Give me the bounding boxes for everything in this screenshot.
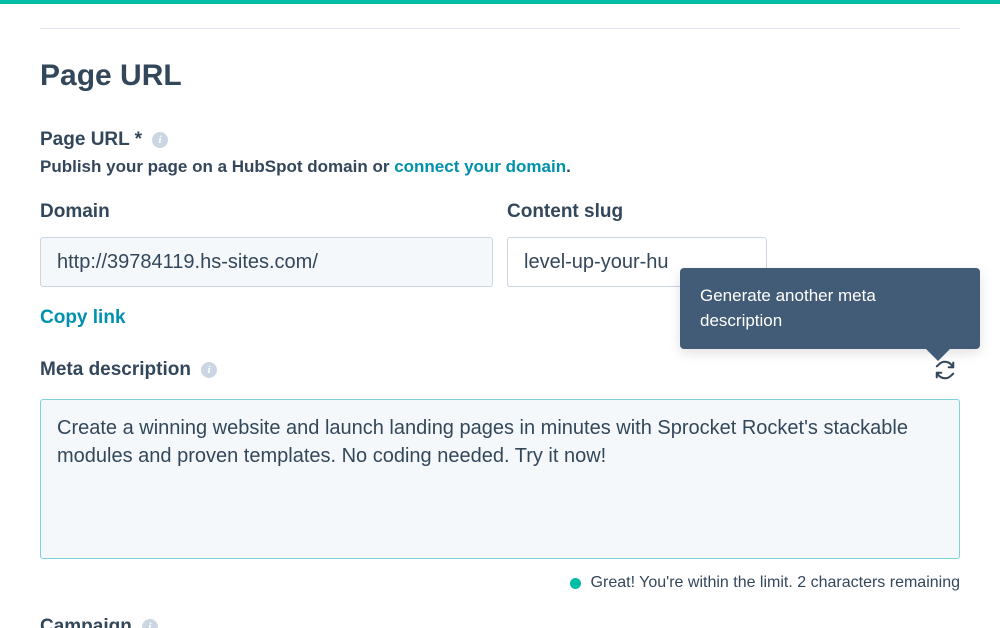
info-icon[interactable]: i — [152, 132, 168, 148]
domain-column: Domain — [40, 201, 493, 287]
helper-suffix: . — [566, 157, 571, 176]
helper-prefix: Publish your page on a HubSpot domain or — [40, 157, 394, 176]
info-icon[interactable]: i — [142, 619, 158, 628]
meta-status-text: Great! You're within the limit. 2 charac… — [591, 574, 960, 592]
page-settings-panel: Page URL Page URL * i Publish your page … — [0, 28, 1000, 628]
page-url-label-row: Page URL * i — [40, 129, 960, 151]
status-indicator-dot — [570, 578, 581, 589]
domain-input[interactable] — [40, 237, 493, 287]
meta-description-label: Meta description — [40, 359, 191, 381]
section-divider — [40, 28, 960, 29]
meta-description-header-row: Meta description i — [40, 355, 960, 385]
copy-link-button[interactable]: Copy link — [40, 307, 126, 329]
campaign-label-row: Campaign i — [40, 616, 960, 628]
tooltip-text: Generate another meta description — [700, 286, 876, 330]
section-heading-page-url: Page URL — [40, 59, 960, 93]
meta-label-wrap: Meta description i — [40, 359, 217, 381]
connect-domain-link[interactable]: connect your domain — [394, 157, 566, 176]
page-url-label: Page URL * — [40, 129, 142, 151]
meta-description-textarea[interactable] — [40, 399, 960, 559]
slug-label: Content slug — [507, 201, 960, 223]
refresh-icon — [934, 359, 956, 381]
regenerate-tooltip: Generate another meta description — [680, 268, 980, 349]
campaign-label: Campaign — [40, 616, 132, 628]
info-icon[interactable]: i — [201, 362, 217, 378]
meta-status-row: Great! You're within the limit. 2 charac… — [40, 574, 960, 592]
page-url-helper: Publish your page on a HubSpot domain or… — [40, 157, 960, 177]
domain-label: Domain — [40, 201, 493, 223]
